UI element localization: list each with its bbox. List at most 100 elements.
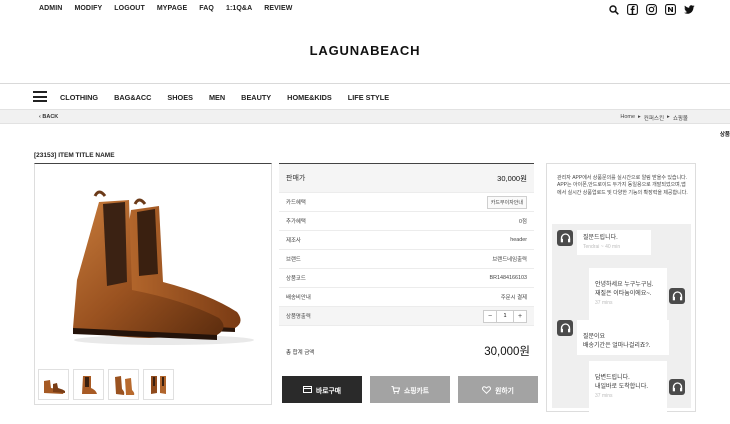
info-value: 0점 bbox=[519, 219, 527, 225]
chat-messages[interactable]: 질문드립니다. Tendrai ~ 40 min 안녕하세요 누구누구님. 재질… bbox=[552, 224, 691, 413]
info-row: 카드혜택 카드무이자안내 bbox=[279, 193, 534, 212]
chat-text: 답변드립니다. 내일바로 도착합니다. bbox=[595, 375, 649, 390]
info-label: 카드혜택 bbox=[286, 200, 306, 206]
chat-message-outgoing: 안녕하세요 누구누구님. 재질은 이타늄이에요~. 37 mins bbox=[589, 268, 685, 320]
chat-time: 37 mins bbox=[595, 393, 613, 399]
nav-home-kids[interactable]: HOME&KIDS bbox=[287, 93, 332, 102]
info-label: 브랜드 bbox=[286, 257, 301, 263]
back-label: BACK bbox=[42, 114, 59, 120]
thumbnail[interactable] bbox=[108, 369, 139, 400]
product-image[interactable] bbox=[59, 182, 259, 350]
price-value: 30,000원 bbox=[497, 173, 527, 183]
breadcrumb-sep: ▸ bbox=[638, 114, 641, 120]
info-label: 추가혜택 bbox=[286, 219, 306, 225]
quantity-row: 상품명출력 − + bbox=[279, 307, 534, 326]
site-logo[interactable]: LAGUNABEACH bbox=[0, 43, 730, 58]
chat-message-incoming: 질문이요 배송기간은 얼마나걸리죠?. bbox=[557, 320, 669, 355]
credit-card-icon bbox=[302, 386, 312, 393]
info-value: BR1484166103 bbox=[489, 275, 527, 281]
thumbnail[interactable] bbox=[143, 369, 174, 400]
topnav-faq[interactable]: FAQ bbox=[199, 5, 214, 12]
headset-avatar-icon bbox=[669, 288, 685, 304]
naver-blog-icon[interactable] bbox=[665, 4, 676, 15]
chat-message-incoming: 질문드립니다. Tendrai ~ 40 min bbox=[557, 230, 651, 255]
decrease-button[interactable]: − bbox=[484, 311, 496, 322]
total-value: 30,000원 bbox=[484, 346, 530, 358]
nav-shoes[interactable]: SHOES bbox=[167, 93, 193, 102]
social-links bbox=[608, 4, 695, 15]
quantity-input[interactable] bbox=[496, 310, 514, 322]
topnav-qna[interactable]: 1:1Q&A bbox=[226, 5, 252, 12]
cart-label: 쇼핑카트 bbox=[403, 387, 429, 395]
topnav-logout[interactable]: LOGOUT bbox=[114, 5, 145, 12]
side-label: 상품 bbox=[719, 132, 730, 138]
increase-button[interactable]: + bbox=[514, 311, 526, 322]
heart-icon bbox=[482, 385, 492, 394]
buy-now-label: 바로구매 bbox=[315, 387, 341, 395]
nav-bag-acc[interactable]: BAG&ACC bbox=[114, 93, 151, 102]
info-value: header bbox=[510, 237, 527, 243]
info-label: 배송비안내 bbox=[286, 295, 311, 301]
info-row: 배송비안내 주문시 결제 bbox=[279, 288, 534, 307]
chat-bubble: 안녕하세요 누구누구님. 재질은 이타늄이에요~. 37 mins bbox=[589, 268, 667, 320]
nav-life-style[interactable]: LIFE STYLE bbox=[348, 93, 389, 102]
nav-men[interactable]: MEN bbox=[209, 93, 225, 102]
nav-clothing[interactable]: CLOTHING bbox=[60, 93, 98, 102]
headset-avatar-icon bbox=[557, 230, 573, 246]
thumbnail-list bbox=[38, 369, 174, 400]
topnav-review[interactable]: REVIEW bbox=[264, 5, 292, 12]
info-value: 브랜드네임출력 bbox=[492, 257, 527, 263]
instagram-icon[interactable] bbox=[646, 4, 657, 15]
wishlist-button[interactable]: 원하기 bbox=[458, 376, 538, 403]
chat-time: 37 mins bbox=[595, 300, 613, 306]
back-link[interactable]: ‹ BACK bbox=[39, 114, 58, 120]
search-icon[interactable] bbox=[608, 4, 619, 15]
chat-time: Tendrai ~ 40 min bbox=[583, 244, 621, 250]
breadcrumb: Home ▸ 컨퍼스킨 ▸ 쇼핑몰 bbox=[620, 114, 688, 122]
nav-beauty[interactable]: BEAUTY bbox=[241, 93, 271, 102]
facebook-icon[interactable] bbox=[627, 4, 638, 15]
headset-avatar-icon bbox=[669, 379, 685, 395]
card-interest-free-button[interactable]: 카드무이자안내 bbox=[486, 195, 527, 209]
chat-bubble: 답변드립니다. 내일바로 도착합니다. 37 mins bbox=[589, 361, 667, 413]
chat-bubble: 질문이요 배송기간은 얼마나걸리죠?. bbox=[577, 320, 669, 355]
product-gallery bbox=[34, 163, 272, 405]
chat-intro-text: 관리자 APP에서 상품문의를 실시간으로 알림 받을수 있습니다. APP는 … bbox=[557, 175, 688, 196]
buy-now-button[interactable]: 바로구매 bbox=[282, 376, 362, 403]
main-nav: CLOTHING BAG&ACC SHOES MEN BEAUTY HOME&K… bbox=[0, 84, 730, 109]
sub-bar: ‹ BACK Home ▸ 컨퍼스킨 ▸ 쇼핑몰 bbox=[0, 109, 730, 124]
topnav-modify[interactable]: MODIFY bbox=[74, 5, 102, 12]
info-row: 상품코드 BR1484166103 bbox=[279, 269, 534, 288]
hamburger-menu-icon[interactable] bbox=[33, 91, 47, 102]
breadcrumb-home[interactable]: Home bbox=[620, 114, 635, 122]
chat-text: 질문드립니다. bbox=[583, 235, 618, 241]
breadcrumb-sep: ▸ bbox=[667, 114, 670, 120]
quantity-stepper: − + bbox=[483, 309, 527, 323]
headset-avatar-icon bbox=[557, 320, 573, 336]
top-nav: ADMIN MODIFY LOGOUT MYPAGE FAQ 1:1Q&A RE… bbox=[39, 5, 292, 12]
breadcrumb-category[interactable]: 컨퍼스킨 bbox=[644, 114, 664, 122]
chat-text: 질문이요 배송기간은 얼마나걸리죠?. bbox=[583, 334, 651, 349]
shopping-cart-icon bbox=[391, 385, 400, 394]
info-label: 제조사 bbox=[286, 238, 301, 244]
wish-label: 원하기 bbox=[495, 387, 514, 395]
info-value: 주문시 결제 bbox=[500, 295, 527, 301]
info-row: 추가혜택 0점 bbox=[279, 212, 534, 231]
topnav-mypage[interactable]: MYPAGE bbox=[157, 5, 187, 12]
topnav-admin[interactable]: ADMIN bbox=[39, 5, 62, 12]
product-info: 판매가 30,000원 카드혜택 카드무이자안내 추가혜택 0점 제조사 hea… bbox=[279, 163, 534, 326]
purchase-actions: 바로구매 쇼핑카트 원하기 bbox=[282, 376, 538, 403]
top-utility-bar: ADMIN MODIFY LOGOUT MYPAGE FAQ 1:1Q&A RE… bbox=[0, 0, 730, 20]
thumbnail[interactable] bbox=[73, 369, 104, 400]
total-price: 총 합계 금액 30,000원 bbox=[279, 337, 534, 362]
info-row: 제조사 header bbox=[279, 231, 534, 250]
add-to-cart-button[interactable]: 쇼핑카트 bbox=[370, 376, 450, 403]
price-row: 판매가 30,000원 bbox=[279, 164, 534, 193]
option-name: 상품명출력 bbox=[286, 314, 311, 320]
total-label: 총 합계 금액 bbox=[286, 350, 315, 356]
info-label: 상품코드 bbox=[286, 276, 306, 282]
twitter-icon[interactable] bbox=[684, 4, 695, 15]
price-label: 판매가 bbox=[286, 175, 306, 182]
thumbnail[interactable] bbox=[38, 369, 69, 400]
chat-text: 안녕하세요 누구누구님. 재질은 이타늄이에요~. bbox=[595, 282, 654, 297]
